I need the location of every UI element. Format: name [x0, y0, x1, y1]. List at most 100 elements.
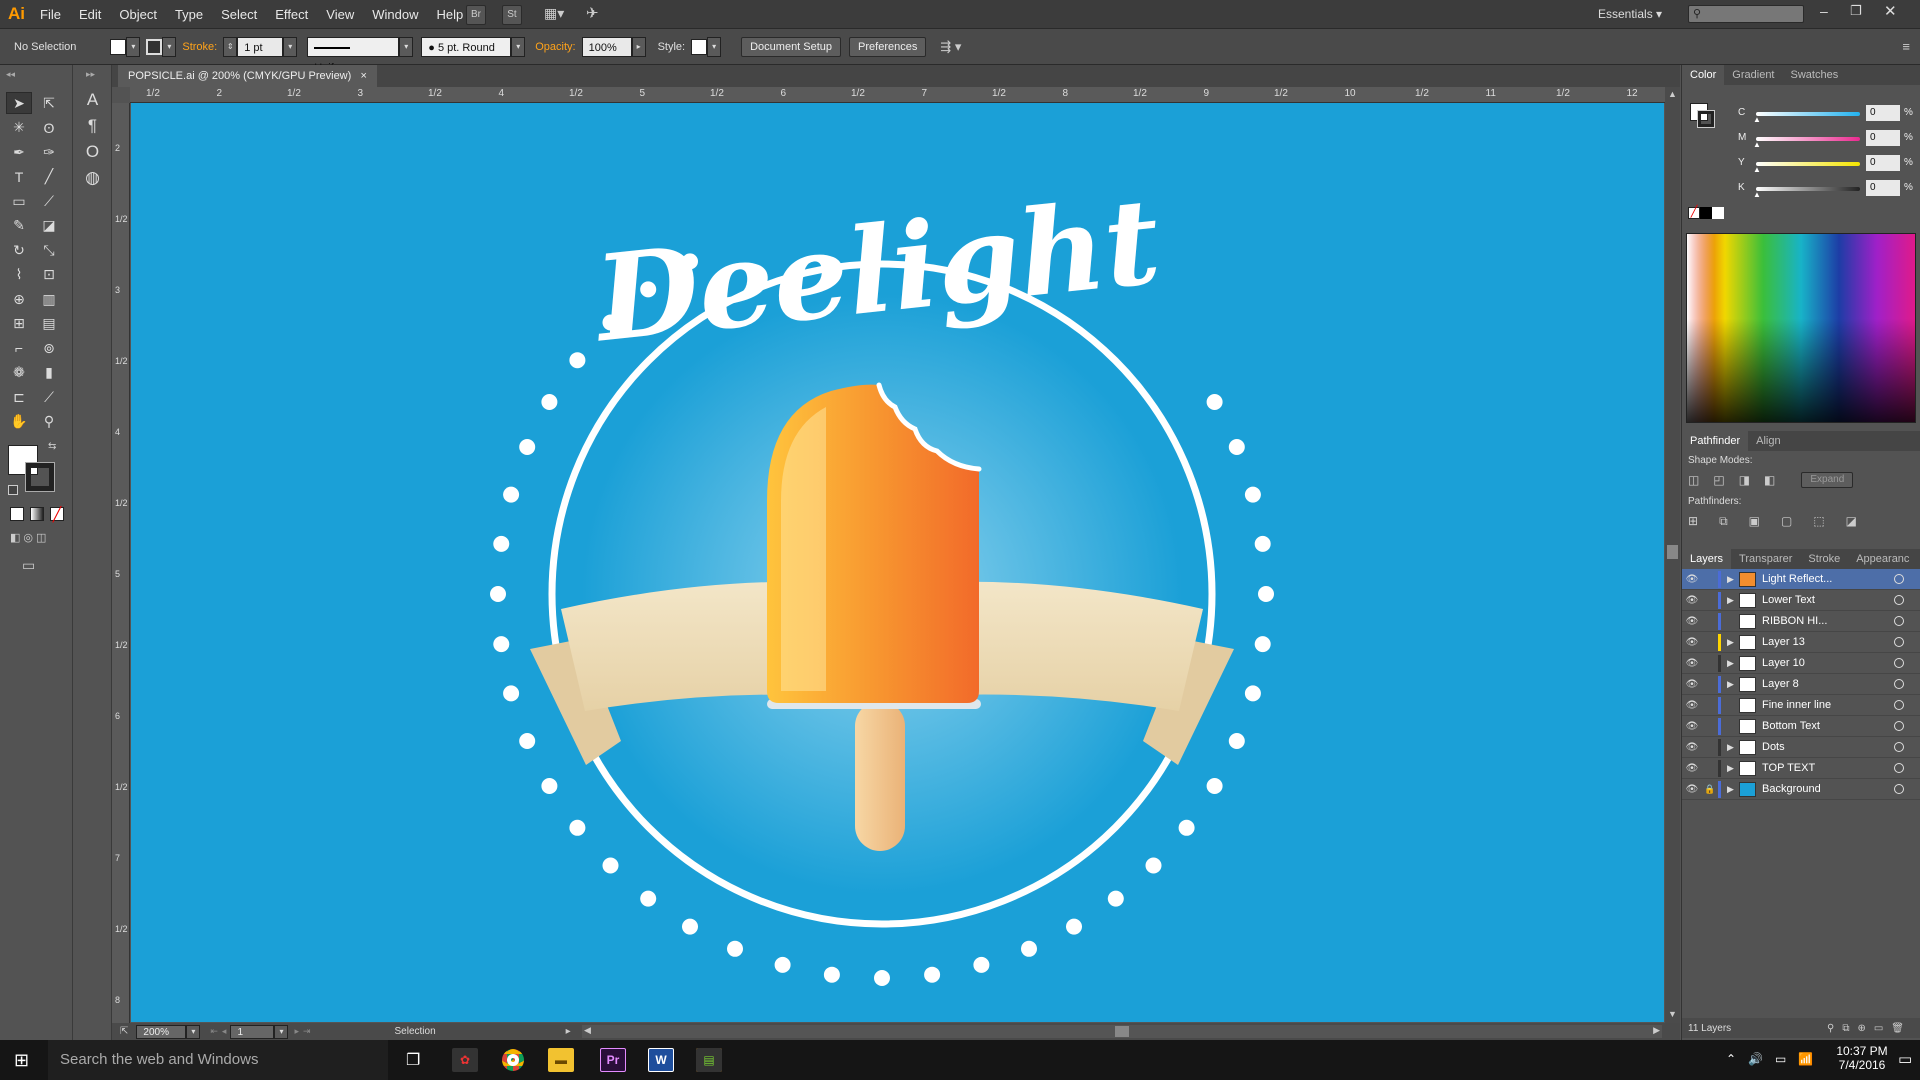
- stock-button[interactable]: St: [502, 5, 522, 25]
- globe-icon[interactable]: ◍: [78, 165, 108, 191]
- tab-color[interactable]: Color: [1682, 65, 1725, 85]
- expand-triangle-icon[interactable]: ▶: [1727, 574, 1739, 585]
- target-circle-icon[interactable]: [1894, 574, 1904, 584]
- eyedropper-tool-icon[interactable]: ⌐: [6, 337, 32, 359]
- app-icon-paint[interactable]: ✿: [452, 1048, 478, 1072]
- artboard-dropdown[interactable]: ▾: [274, 1024, 289, 1039]
- taskbar-app-pr[interactable]: Pr: [600, 1048, 626, 1072]
- next-last-artboard-icons[interactable]: ▸⇥: [294, 1026, 314, 1037]
- expand-button[interactable]: Expand: [1801, 472, 1854, 488]
- layer-row[interactable]: 👁 RIBBON HI...: [1682, 611, 1920, 632]
- color-spectrum[interactable]: [1686, 233, 1916, 423]
- layer-row[interactable]: 👁 ▶ Layer 8: [1682, 674, 1920, 695]
- horizontal-scrollbar[interactable]: ◀ ▶: [582, 1025, 1662, 1038]
- expand-triangle-icon[interactable]: ▶: [1727, 763, 1739, 774]
- layer-row[interactable]: 👁 ▶ Lower Text: [1682, 590, 1920, 611]
- menu-type[interactable]: Type: [175, 7, 203, 22]
- stroke-weight-dropdown[interactable]: ▾: [283, 36, 298, 57]
- divide-icon[interactable]: ⊞: [1688, 514, 1698, 528]
- fill-swatch[interactable]: [110, 38, 127, 55]
- tab-gradient[interactable]: Gradient: [1724, 69, 1782, 81]
- artboard-number-input[interactable]: 1: [230, 1024, 275, 1039]
- expand-triangle-icon[interactable]: ▶: [1727, 742, 1739, 753]
- menu-help[interactable]: Help: [436, 7, 463, 22]
- artboard-tool-icon[interactable]: ⊏: [6, 386, 32, 408]
- expand-triangle-icon[interactable]: ▶: [1727, 595, 1739, 606]
- visibility-eye-icon[interactable]: 👁: [1682, 658, 1702, 669]
- visibility-eye-icon[interactable]: 👁: [1682, 784, 1702, 795]
- opacity-input[interactable]: 100%: [581, 36, 632, 57]
- mesh-tool-icon[interactable]: ⊞: [6, 313, 32, 335]
- expand-triangle-icon[interactable]: ▶: [1727, 637, 1739, 648]
- graphic-style-swatch[interactable]: [691, 38, 708, 55]
- zoom-dropdown[interactable]: ▾: [186, 1024, 201, 1039]
- menu-effect[interactable]: Effect: [275, 7, 308, 22]
- slider-handle-icon[interactable]: ▲: [1753, 140, 1761, 149]
- target-circle-icon[interactable]: [1894, 700, 1904, 710]
- artboard-nav-icon[interactable]: ⇱: [120, 1026, 128, 1037]
- slider-handle-icon[interactable]: ▲: [1753, 165, 1761, 174]
- gradient-mode-icon[interactable]: [30, 507, 44, 521]
- help-search-input[interactable]: ⚲: [1688, 5, 1804, 23]
- layer-row[interactable]: 👁 ▶ TOP TEXT: [1682, 758, 1920, 779]
- scroll-thumb[interactable]: [1667, 545, 1678, 559]
- menu-file[interactable]: File: [40, 7, 61, 22]
- target-circle-icon[interactable]: [1894, 763, 1904, 773]
- style-dropdown[interactable]: ▾: [707, 36, 722, 57]
- panel-menu-icon[interactable]: ≡: [1902, 39, 1910, 54]
- pen-tool-icon[interactable]: ✒: [6, 141, 32, 163]
- black-swatch[interactable]: [1700, 207, 1712, 219]
- visibility-eye-icon[interactable]: 👁: [1682, 763, 1702, 774]
- app-icon-winrar[interactable]: ▤: [696, 1048, 722, 1072]
- expand-triangle-icon[interactable]: ▶: [1727, 784, 1739, 795]
- horizontal-ruler[interactable]: 1/2 2 1/2 3 1/2 4 1/2 5 1/2 6 1/2 7 1/2 8 1/2 9 1/2 10 1/2…: [130, 87, 1665, 103]
- symbol-sprayer-tool-icon[interactable]: ❁: [6, 362, 32, 384]
- menu-select[interactable]: Select: [221, 7, 257, 22]
- free-transform-tool-icon[interactable]: ⊡: [36, 264, 62, 286]
- none-swatch[interactable]: ╱: [1688, 207, 1700, 219]
- shaper-tool-icon[interactable]: ✎: [6, 215, 32, 237]
- zoom-level-input[interactable]: 200%: [136, 1024, 187, 1039]
- shape-builder-tool-icon[interactable]: ⊕: [6, 288, 32, 310]
- stroke-weight-input[interactable]: 1 pt: [237, 36, 284, 57]
- direct-selection-tool-icon[interactable]: ⇱: [36, 92, 62, 114]
- brush-definition[interactable]: ● 5 pt. Round: [421, 36, 512, 57]
- chrome-icon[interactable]: [500, 1048, 526, 1072]
- none-mode-icon[interactable]: ╱: [50, 507, 64, 521]
- opacity-dropdown[interactable]: ▸: [631, 36, 646, 57]
- minus-front-icon[interactable]: ◰: [1713, 473, 1724, 487]
- slider-handle-icon[interactable]: ▲: [1753, 115, 1761, 124]
- layer-row[interactable]: 👁 ▶ Light Reflect...: [1682, 569, 1920, 590]
- warp-tool-icon[interactable]: ⌇: [6, 264, 32, 286]
- visibility-eye-icon[interactable]: 👁: [1682, 700, 1702, 711]
- hand-tool-icon[interactable]: ✋: [6, 411, 32, 433]
- visibility-eye-icon[interactable]: 👁: [1682, 721, 1702, 732]
- artboard[interactable]: Deelight: [131, 101, 1664, 1022]
- minus-back-icon[interactable]: ◪: [1846, 514, 1857, 528]
- gradient-tool-icon[interactable]: ▤: [36, 313, 62, 335]
- eraser-tool-icon[interactable]: ◪: [36, 215, 62, 237]
- selection-tool-icon[interactable]: ➤: [6, 92, 32, 114]
- tab-transparency[interactable]: Transparer: [1731, 553, 1800, 565]
- visibility-eye-icon[interactable]: 👁: [1682, 742, 1702, 753]
- blend-tool-icon[interactable]: ⊚: [36, 337, 62, 359]
- opentype-panel-icon[interactable]: O: [78, 139, 108, 165]
- default-colors-icon[interactable]: [8, 485, 18, 495]
- exclude-icon[interactable]: ◧: [1764, 473, 1775, 487]
- layer-row[interactable]: 👁 ▶ Layer 10: [1682, 653, 1920, 674]
- stroke-color-box[interactable]: [25, 462, 55, 492]
- vertical-ruler[interactable]: 2 1/2 3 1/2 4 1/2 5 1/2 6 1/2 7 1/2 8: [112, 103, 130, 1023]
- channel-value-input[interactable]: 0: [1866, 105, 1900, 121]
- scale-tool-icon[interactable]: ⤡: [36, 239, 62, 261]
- expand-panels-icon[interactable]: ▸▸: [86, 69, 95, 80]
- layer-actions-icons[interactable]: ⚲⧉⊕▭🗑: [1827, 1023, 1912, 1034]
- visibility-eye-icon[interactable]: 👁: [1682, 595, 1702, 606]
- layer-row[interactable]: 👁 🔒 ▶ Background: [1682, 779, 1920, 800]
- layer-row[interactable]: 👁 ▶ Dots: [1682, 737, 1920, 758]
- arrange-documents-icon[interactable]: ▦▾: [544, 5, 572, 25]
- visibility-eye-icon[interactable]: 👁: [1682, 616, 1702, 627]
- menu-view[interactable]: View: [326, 7, 354, 22]
- taskbar-app-w[interactable]: W: [648, 1048, 674, 1072]
- column-graph-tool-icon[interactable]: ▮: [36, 362, 62, 384]
- intersect-icon[interactable]: ◨: [1739, 473, 1750, 487]
